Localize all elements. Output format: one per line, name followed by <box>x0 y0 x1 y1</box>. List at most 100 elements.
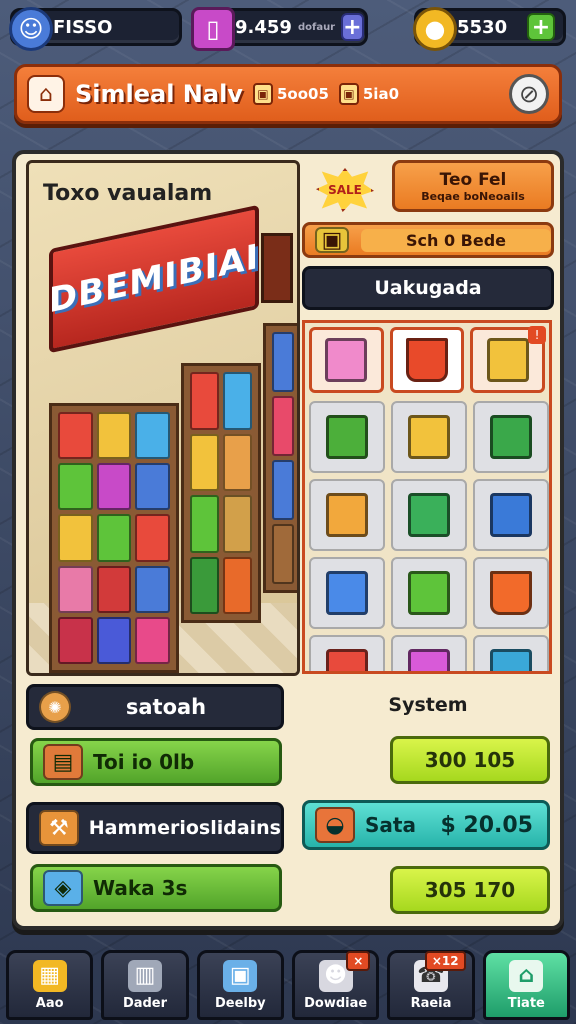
shelf-item <box>96 463 132 511</box>
tag-icon: ▣ <box>338 83 359 105</box>
shelf-item <box>96 412 132 460</box>
crate-icon: ▤ <box>43 744 83 780</box>
add-coins-button[interactable]: + <box>527 13 555 41</box>
energy-suffix: dofaur <box>297 21 336 33</box>
action-button-2[interactable]: ⚒ Hammerioslidains <box>26 802 284 854</box>
nav-tab-dader[interactable]: ▥ Dader <box>101 950 189 1020</box>
category-tabs: ! <box>305 323 549 397</box>
bag-icon: ▣ <box>223 959 258 992</box>
coin-stack-icon: ● <box>413 7 457 51</box>
red-box-icon <box>326 649 368 671</box>
shelf-item <box>58 463 93 511</box>
shelf-item <box>96 616 132 664</box>
shelf-item <box>58 616 93 664</box>
gems-counter[interactable]: ☺ FISSO <box>9 7 182 51</box>
category-cosmetics[interactable] <box>309 327 384 393</box>
top-offer-line1: Teo Fel <box>439 169 507 190</box>
shelf-left[interactable] <box>49 403 179 673</box>
energy-value: 9.459 <box>235 16 292 38</box>
basket-icon <box>490 571 532 615</box>
shelf-item <box>223 495 252 553</box>
shelf-item <box>58 514 93 562</box>
shelf-item <box>190 372 219 430</box>
nav-tab-raeia[interactable]: ×12 ☎ Raeia <box>387 950 475 1020</box>
nav-tab-dowdiae[interactable]: × ☻ Dowdiae <box>291 950 380 1020</box>
sub-offer-button[interactable]: ▣ Sch 0 Bede <box>302 222 554 258</box>
shelf-right[interactable] <box>263 323 297 593</box>
sale-badge: SALE <box>316 168 374 212</box>
lock-icon: ▣ <box>252 83 273 105</box>
price-button-1[interactable]: 300 105 <box>390 736 550 784</box>
green-box-icon <box>408 493 450 537</box>
product-slot[interactable] <box>391 401 467 473</box>
shelf-item <box>272 524 294 584</box>
green-box-icon <box>490 415 532 459</box>
top-offer-button[interactable]: Teo Fel Beqae boNeoails <box>392 160 554 212</box>
nav-tab-aao[interactable]: ▦ Aao <box>6 950 94 1020</box>
box-icon <box>325 338 368 382</box>
stat-two: ▣ 5ia0 <box>338 83 400 105</box>
product-slot[interactable] <box>309 479 385 551</box>
page-title: Simleal Nalv <box>75 80 243 108</box>
action-button-1-label: Toi io 0lb <box>93 750 195 774</box>
shelf-item <box>58 412 93 460</box>
scene-title: Toxo vaualam <box>43 181 213 206</box>
shelf-item <box>58 565 93 613</box>
shelf-middle[interactable] <box>181 363 261 623</box>
coins-counter[interactable]: ● 5530 + <box>413 7 566 51</box>
product-slot[interactable] <box>473 557 549 629</box>
category-banner[interactable]: ✺ satoah <box>26 684 284 730</box>
product-slot[interactable] <box>473 635 549 671</box>
nav-label: Tiate <box>507 995 545 1011</box>
product-slot[interactable] <box>391 557 467 629</box>
energy-counter[interactable]: ▯ 9.459 dofaur + <box>191 7 368 51</box>
product-slot[interactable] <box>473 401 549 473</box>
shelf-item <box>190 433 219 491</box>
crate-icon: ▦ <box>32 959 67 992</box>
top-hud: ☺ FISSO ▯ 9.459 dofaur + ● 5530 + <box>9 7 566 51</box>
shelf-item <box>135 616 170 664</box>
green-box-icon <box>326 415 368 459</box>
product-slot[interactable] <box>309 635 385 671</box>
nav-label: Dowdiae <box>304 995 368 1011</box>
shelf-item <box>96 514 132 562</box>
store-icon: ⌂ <box>509 959 544 992</box>
shelf-item <box>190 495 219 553</box>
shelf-item <box>190 556 219 614</box>
store-banner: DBEMIBIAI <box>48 204 260 354</box>
bin-icon: ▥ <box>127 959 162 992</box>
close-button[interactable]: ⊘ <box>509 74 549 114</box>
blue-bag-icon <box>490 493 532 537</box>
nav-tab-tiate[interactable]: ⌂ Tiate <box>482 950 570 1020</box>
banner-text: DBEMIBIAI <box>48 236 260 322</box>
phone-icon: ▯ <box>191 7 235 51</box>
product-slot[interactable] <box>473 479 549 551</box>
price-button-2[interactable]: 305 170 <box>390 866 550 914</box>
shelf-item <box>272 332 294 392</box>
product-slot[interactable] <box>391 479 467 551</box>
action-button-3[interactable]: ◈ Waka 3s <box>30 864 282 912</box>
add-energy-button[interactable]: + <box>341 13 364 41</box>
sale-button[interactable]: ◒ Sata $ 20.05 <box>302 800 550 850</box>
product-slot[interactable] <box>391 635 467 671</box>
category-baskets[interactable] <box>389 327 465 393</box>
action-button-1[interactable]: ▤ Toi io 0lb <box>30 738 282 786</box>
product-grid: ! <box>302 320 552 674</box>
stat-two-value: 5ia0 <box>362 85 400 103</box>
product-slot[interactable] <box>309 557 385 629</box>
home-icon[interactable]: ⌂ <box>27 75 65 113</box>
shelf-item <box>272 396 294 456</box>
shop-panel: Toxo vaualam DBEMIBIAI SALE Teo Fel Beqa… <box>12 150 564 930</box>
bag-icon <box>486 338 529 382</box>
category-badge: ! <box>528 326 547 344</box>
category-bags[interactable]: ! <box>470 326 547 393</box>
nav-tab-deelby[interactable]: ▣ Deelby <box>196 950 284 1020</box>
nav-label: Dader <box>122 995 168 1011</box>
product-slot[interactable] <box>309 401 385 473</box>
shelf-item <box>272 460 294 520</box>
shelf-item <box>223 556 252 614</box>
shelf-item <box>135 463 170 511</box>
sale-label: Sata <box>365 813 416 837</box>
sale-price: $ 20.05 <box>440 812 533 838</box>
store-scene: Toxo vaualam DBEMIBIAI <box>26 160 300 676</box>
